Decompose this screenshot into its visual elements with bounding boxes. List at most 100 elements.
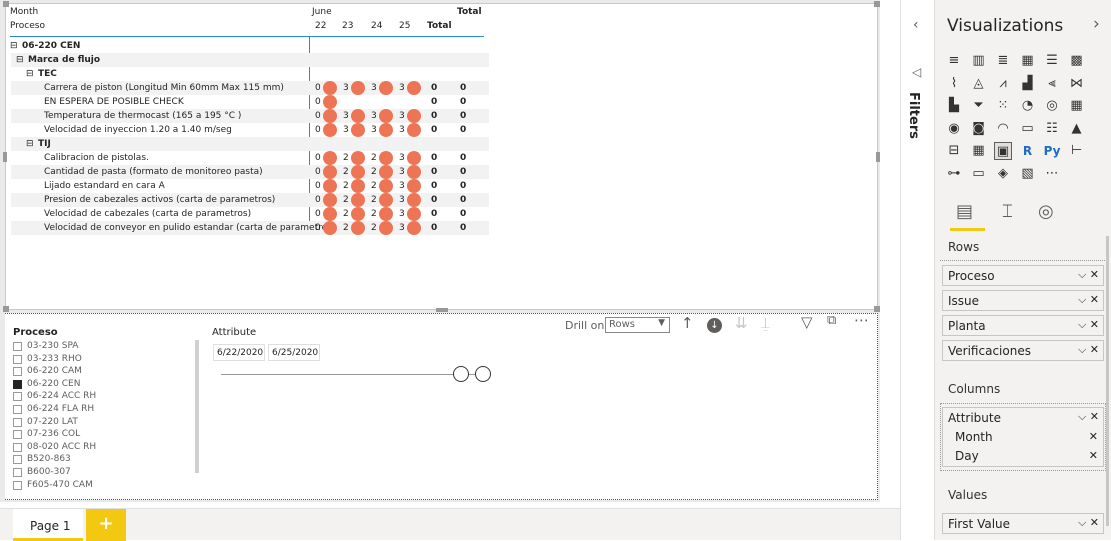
row-label[interactable]: Cantidad de pasta (formato de monitoreo … (44, 167, 263, 177)
fields-tab-icon[interactable]: ▤ (956, 201, 973, 222)
scatter-icon[interactable]: ⁙ (994, 97, 1012, 115)
field-actions-icon[interactable]: ⌵ ✕ (1078, 293, 1099, 307)
gauge-icon[interactable]: ◠ (994, 120, 1012, 138)
slicer-icon[interactable]: ⊟ (945, 142, 963, 160)
table-icon[interactable]: ▦ (970, 142, 988, 160)
slicer-checkbox[interactable] (13, 480, 22, 490)
drill-down-toggle-icon[interactable]: ↓ (707, 318, 722, 333)
slicer-checkbox[interactable] (13, 354, 22, 364)
add-page-button[interactable]: + (86, 509, 126, 541)
key-influencers-icon[interactable]: ⊢ (1068, 142, 1086, 160)
more-icon[interactable]: ⋯ (1043, 165, 1061, 183)
rows-field[interactable]: Verificaciones ⌵ ✕ (942, 340, 1104, 361)
card-icon[interactable]: ▭ (1019, 120, 1037, 138)
drill-up-icon[interactable]: ↑ (681, 314, 694, 332)
resize-handle[interactable] (3, 152, 7, 162)
field-actions-icon[interactable]: ⌵ ✕ (1078, 343, 1099, 357)
100-column-icon[interactable]: ▩ (1068, 52, 1086, 70)
funnel-icon[interactable]: ⏷ (970, 97, 988, 115)
resize-handle[interactable] (3, 306, 9, 312)
row-label[interactable]: Velocidad de cabezales (carta de paramet… (44, 209, 251, 219)
slicer-checkbox[interactable] (13, 379, 22, 389)
columns-field-attribute[interactable]: Attribute ⌵ ✕ Month ✕ Day ✕ (942, 407, 1104, 467)
slicer-checkbox[interactable] (13, 430, 22, 440)
analytics-icon[interactable]: ◎ (1038, 201, 1054, 222)
rows-field[interactable]: Proceso ⌵ ✕ (942, 265, 1104, 286)
slicer-checkbox[interactable] (13, 455, 22, 465)
row-label[interactable]: Velocidad de inyeccion 1.20 a 1.40 m/seg (44, 125, 232, 135)
waterfall-icon[interactable]: ▙ (945, 97, 963, 115)
row-label[interactable]: Velocidad de conveyor en pulido estandar… (44, 223, 335, 233)
slicer-checkbox[interactable] (13, 417, 22, 427)
stacked-area-icon[interactable]: ⩘ (994, 75, 1012, 93)
slicer-item-label[interactable]: 06-224 ACC RH (27, 391, 96, 401)
donut-icon[interactable]: ◎ (1043, 97, 1061, 115)
resize-handle[interactable] (874, 1, 880, 7)
clustered-bar-icon[interactable]: ≣ (994, 52, 1012, 70)
filter-icon[interactable]: ▽ (801, 313, 813, 331)
filters-label[interactable]: Filters (906, 92, 921, 139)
expand-collapse-icon[interactable]: ⊟ (26, 69, 34, 79)
pane-scrollbar[interactable] (1106, 236, 1109, 526)
row-label[interactable]: Calibracion de pistolas. (44, 153, 149, 163)
values-field[interactable]: First Value ⌵ ✕ (942, 513, 1104, 534)
multi-card-icon[interactable]: ☷ (1043, 120, 1061, 138)
field-actions-icon[interactable]: ⌵ ✕ (1078, 516, 1099, 530)
remove-icon[interactable]: ✕ (1089, 430, 1098, 443)
slicer-checkbox[interactable] (13, 405, 22, 414)
slicer-item-label[interactable]: 03-230 SPA (27, 341, 78, 351)
resize-handle[interactable] (876, 152, 880, 162)
date-start-input[interactable]: 6/22/2020 (213, 344, 265, 361)
slicer-checkbox[interactable] (13, 442, 22, 452)
collapse-right-icon[interactable]: › (1093, 14, 1100, 34)
map-icon[interactable]: ◉ (945, 120, 963, 138)
clustered-column-icon[interactable]: ▦ (1019, 52, 1037, 70)
format-roller-icon[interactable]: ⌶ (1002, 201, 1013, 222)
slicer-item-label[interactable]: 07-236 COL (27, 429, 80, 439)
focus-mode-icon[interactable]: ⧉ (827, 313, 836, 328)
slicer-item-label[interactable]: 07-220 LAT (27, 417, 78, 427)
go-to-next-level-icon[interactable]: ⇊ (735, 314, 748, 332)
slicer-item-label[interactable]: 08-020 ACC RH (27, 442, 96, 452)
resize-handle[interactable] (874, 306, 880, 312)
slicer-checkbox[interactable] (13, 392, 22, 402)
page-tab-1[interactable]: Page 1 (13, 509, 83, 541)
slicer-item-label[interactable]: 06-224 FLA RH (27, 404, 94, 414)
slicer-item-label[interactable]: 06-220 CAM (27, 366, 82, 376)
py-visual-icon[interactable]: Py (1043, 142, 1061, 160)
collapse-left-icon[interactable]: ‹ (913, 17, 919, 33)
line-icon[interactable]: ⌇ (945, 75, 963, 93)
stacked-bar-icon[interactable]: ≡ (945, 52, 963, 70)
kpi-icon[interactable]: ▲ (1068, 120, 1086, 138)
slicer-item-label[interactable]: F605-470 CAM (27, 480, 93, 490)
qa-icon[interactable]: ▭ (970, 165, 988, 183)
date-slider-start-handle[interactable] (453, 366, 469, 382)
treemap-icon[interactable]: ▦ (1068, 97, 1086, 115)
slicer-scrollbar[interactable] (195, 340, 199, 473)
field-actions-icon[interactable]: ⌵ ✕ (1078, 318, 1099, 332)
expand-collapse-icon[interactable]: ⊟ (16, 55, 24, 65)
slicer-item-label[interactable]: 03-233 RHO (27, 354, 82, 364)
row-label[interactable]: Carrera de piston (Longitud Min 60mm Max… (44, 83, 284, 93)
stacked-column-icon[interactable]: ▥ (970, 52, 988, 70)
r-visual-icon[interactable]: R (1019, 142, 1037, 160)
rows-field[interactable]: Planta ⌵ ✕ (942, 315, 1104, 336)
row-label[interactable]: Lijado estandard en cara A (44, 181, 165, 191)
date-slider-end-handle[interactable] (475, 366, 491, 382)
row-label[interactable]: Temperatura de thermocast (165 a 195 °C … (44, 111, 241, 121)
resize-handle[interactable] (436, 308, 448, 312)
slicer-item-label[interactable]: 06-220 CEN (27, 379, 80, 389)
resize-handle[interactable] (3, 1, 9, 7)
more-options-icon[interactable]: ⋯ (854, 311, 869, 329)
area-icon[interactable]: ◬ (970, 75, 988, 93)
slicer-item-label[interactable]: B520-863 (27, 454, 71, 464)
filters-pane[interactable]: ‹ ◁ Filters (900, 0, 934, 540)
decomposition-icon[interactable]: ⊶ (945, 165, 963, 183)
field-actions-icon[interactable]: ⌵ ✕ (1078, 268, 1099, 282)
rows-field[interactable]: Issue ⌵ ✕ (942, 290, 1104, 311)
field-actions-icon[interactable]: ⌵ ✕ (1078, 410, 1099, 424)
ribbon-icon[interactable]: ⋈ (1068, 75, 1086, 93)
pie-icon[interactable]: ◔ (1019, 97, 1037, 115)
slicer-checkbox[interactable] (13, 342, 22, 351)
line-clustered-icon[interactable]: ⫷ (1043, 75, 1061, 93)
